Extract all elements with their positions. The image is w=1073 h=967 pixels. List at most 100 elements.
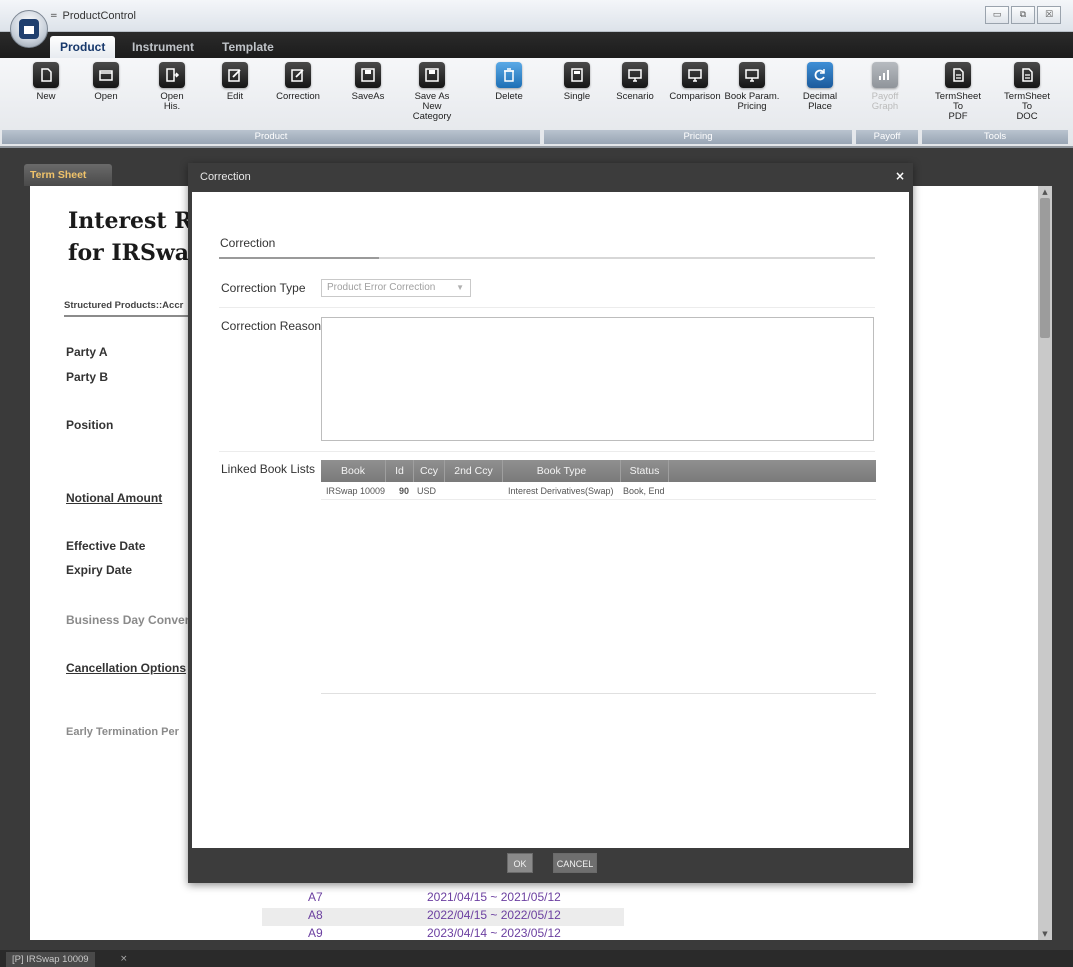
- scroll-down-arrow-icon[interactable]: ▼: [1040, 929, 1050, 939]
- chevron-down-icon: ▼: [456, 283, 464, 292]
- payoff-chart-icon: [872, 62, 898, 88]
- book-param-pricing-label: Book Param. Pricing: [724, 91, 780, 112]
- open-button[interactable]: Open: [77, 62, 135, 128]
- field-business-day-convention: Business Day Convent: [66, 613, 197, 627]
- scenario-button-label: Scenario: [616, 91, 654, 102]
- group-tools-label: Tools: [922, 130, 1068, 144]
- cancel-button[interactable]: CANCEL: [553, 853, 597, 873]
- field-expiry-date: Expiry Date: [66, 563, 133, 577]
- section-heading: Correction: [220, 236, 276, 250]
- schedule-period: 2023/04/14 ~ 2023/05/12: [427, 926, 561, 940]
- refresh-cycle-icon: [807, 62, 833, 88]
- single-button[interactable]: Single: [548, 62, 606, 128]
- tab-product[interactable]: Product: [50, 36, 116, 58]
- field-early-termination: Early Termination Per: [66, 726, 179, 738]
- pdf-document-icon: [945, 62, 971, 88]
- cell-id: 90: [399, 486, 410, 496]
- delete-button-label: Delete: [495, 91, 523, 102]
- cell-book: IRSwap 10009: [326, 486, 386, 496]
- open-document-tab[interactable]: [P] IRSwap 10009: [6, 952, 95, 967]
- comparison-button-label: Comparison: [669, 91, 721, 102]
- table-row[interactable]: IRSwap 10009 90 USD Interest Derivatives…: [321, 482, 876, 500]
- schedule-label: A9: [308, 926, 323, 940]
- status-bar: [P] IRSwap 10009 ×: [0, 950, 1073, 967]
- open-button-label: Open: [94, 91, 118, 102]
- schedule-period: 2021/04/15 ~ 2021/05/12: [427, 890, 561, 904]
- tab-template[interactable]: Template: [212, 36, 284, 58]
- application-menu-button[interactable]: [10, 10, 48, 48]
- close-icon[interactable]: ×: [895, 169, 905, 183]
- schedule-label: A8: [308, 908, 323, 922]
- column-book-type[interactable]: Book Type: [503, 460, 621, 482]
- close-document-tab-icon[interactable]: ×: [120, 952, 128, 967]
- column-2nd-ccy[interactable]: 2nd Ccy: [445, 460, 503, 482]
- linked-books-grid[interactable]: Book Id Ccy 2nd Ccy Book Type Status IRS…: [321, 460, 876, 694]
- close-window-button[interactable]: ☒: [1037, 6, 1061, 24]
- linked-book-lists-label: Linked Book Lists: [221, 462, 316, 476]
- saveas-button-label: SaveAs: [351, 91, 385, 102]
- minimize-button[interactable]: ▭: [985, 6, 1009, 24]
- open-folder-icon: [93, 62, 119, 88]
- column-status[interactable]: Status: [621, 460, 669, 482]
- termsheet-to-doc-button[interactable]: TermSheet To DOC: [998, 62, 1056, 128]
- field-divider: [219, 307, 875, 308]
- new-button[interactable]: New: [17, 62, 75, 128]
- correction-type-select[interactable]: Product Error Correction ▼: [321, 279, 471, 297]
- dialog-footer: OK CANCEL: [192, 848, 909, 883]
- field-divider: [219, 451, 875, 452]
- dialog-title: Correction: [200, 171, 251, 183]
- save-as-new-category-button[interactable]: Save As New Category: [403, 62, 461, 128]
- correction-button[interactable]: Correction: [269, 62, 327, 128]
- section-divider: [219, 257, 875, 259]
- open-history-button-label: Open His.: [160, 91, 184, 112]
- decimal-place-button[interactable]: Decimal Place: [791, 62, 849, 128]
- field-position: Position: [66, 418, 114, 432]
- book-param-pricing-button[interactable]: Book Param. Pricing: [723, 62, 781, 128]
- new-document-icon: [33, 62, 59, 88]
- app-logo-icon: [19, 19, 39, 39]
- edit-pencil-icon: [222, 62, 248, 88]
- single-button-label: Single: [563, 91, 591, 102]
- payoff-graph-button[interactable]: Payoff Graph: [856, 62, 914, 128]
- column-ccy[interactable]: Ccy: [414, 460, 445, 482]
- correction-type-value: Product Error Correction: [327, 282, 436, 293]
- new-button-label: New: [36, 91, 56, 102]
- column-book[interactable]: Book: [321, 460, 386, 482]
- schedule-row: A9 2023/04/14 ~ 2023/05/12: [262, 926, 624, 944]
- delete-button[interactable]: Delete: [480, 62, 538, 128]
- ok-button[interactable]: OK: [507, 853, 533, 873]
- quick-access-toolbar: = ProductControl: [50, 6, 136, 26]
- field-party-b: Party B: [66, 370, 109, 384]
- open-history-button[interactable]: Open His.: [143, 62, 201, 128]
- scenario-button[interactable]: Scenario: [606, 62, 664, 128]
- scrollbar-thumb[interactable]: [1040, 198, 1050, 338]
- termsheet-to-doc-label: TermSheet To DOC: [1004, 91, 1050, 122]
- group-pricing-label: Pricing: [544, 130, 852, 144]
- window-controls: ▭ ⧉ ☒: [983, 6, 1061, 24]
- comparison-monitor-icon: [682, 62, 708, 88]
- termsheet-to-pdf-button[interactable]: TermSheet To PDF: [929, 62, 987, 128]
- edit-button[interactable]: Edit: [206, 62, 264, 128]
- restore-button[interactable]: ⧉: [1011, 6, 1035, 24]
- tab-instrument[interactable]: Instrument: [122, 36, 204, 58]
- open-history-icon: [159, 62, 185, 88]
- column-id[interactable]: Id: [386, 460, 414, 482]
- edit-button-label: Edit: [226, 91, 244, 102]
- decimal-place-label: Decimal Place: [802, 91, 838, 112]
- dialog-body: Correction Correction Type Product Error…: [192, 192, 909, 848]
- scroll-up-arrow-icon[interactable]: ▲: [1040, 187, 1050, 197]
- saveas-button[interactable]: SaveAs: [339, 62, 397, 128]
- ribbon-tab-bar: Product Instrument Template: [0, 32, 1073, 58]
- term-sheet-title-line1: Interest Ra: [68, 208, 208, 234]
- tab-term-sheet[interactable]: Term Sheet: [24, 164, 112, 186]
- group-product-label: Product: [2, 130, 540, 144]
- save-disk-icon: [355, 62, 381, 88]
- correction-reason-label: Correction Reason: [221, 319, 322, 333]
- field-effective-date: Effective Date: [66, 539, 146, 553]
- document-scrollbar[interactable]: ▲ ▼: [1038, 186, 1052, 940]
- quick-access-menu[interactable]: =: [50, 11, 58, 21]
- comparison-button[interactable]: Comparison: [666, 62, 724, 128]
- correction-button-label: Correction: [276, 91, 320, 102]
- correction-dialog: Correction × Correction Correction Type …: [188, 163, 913, 883]
- correction-reason-textarea[interactable]: [321, 317, 874, 441]
